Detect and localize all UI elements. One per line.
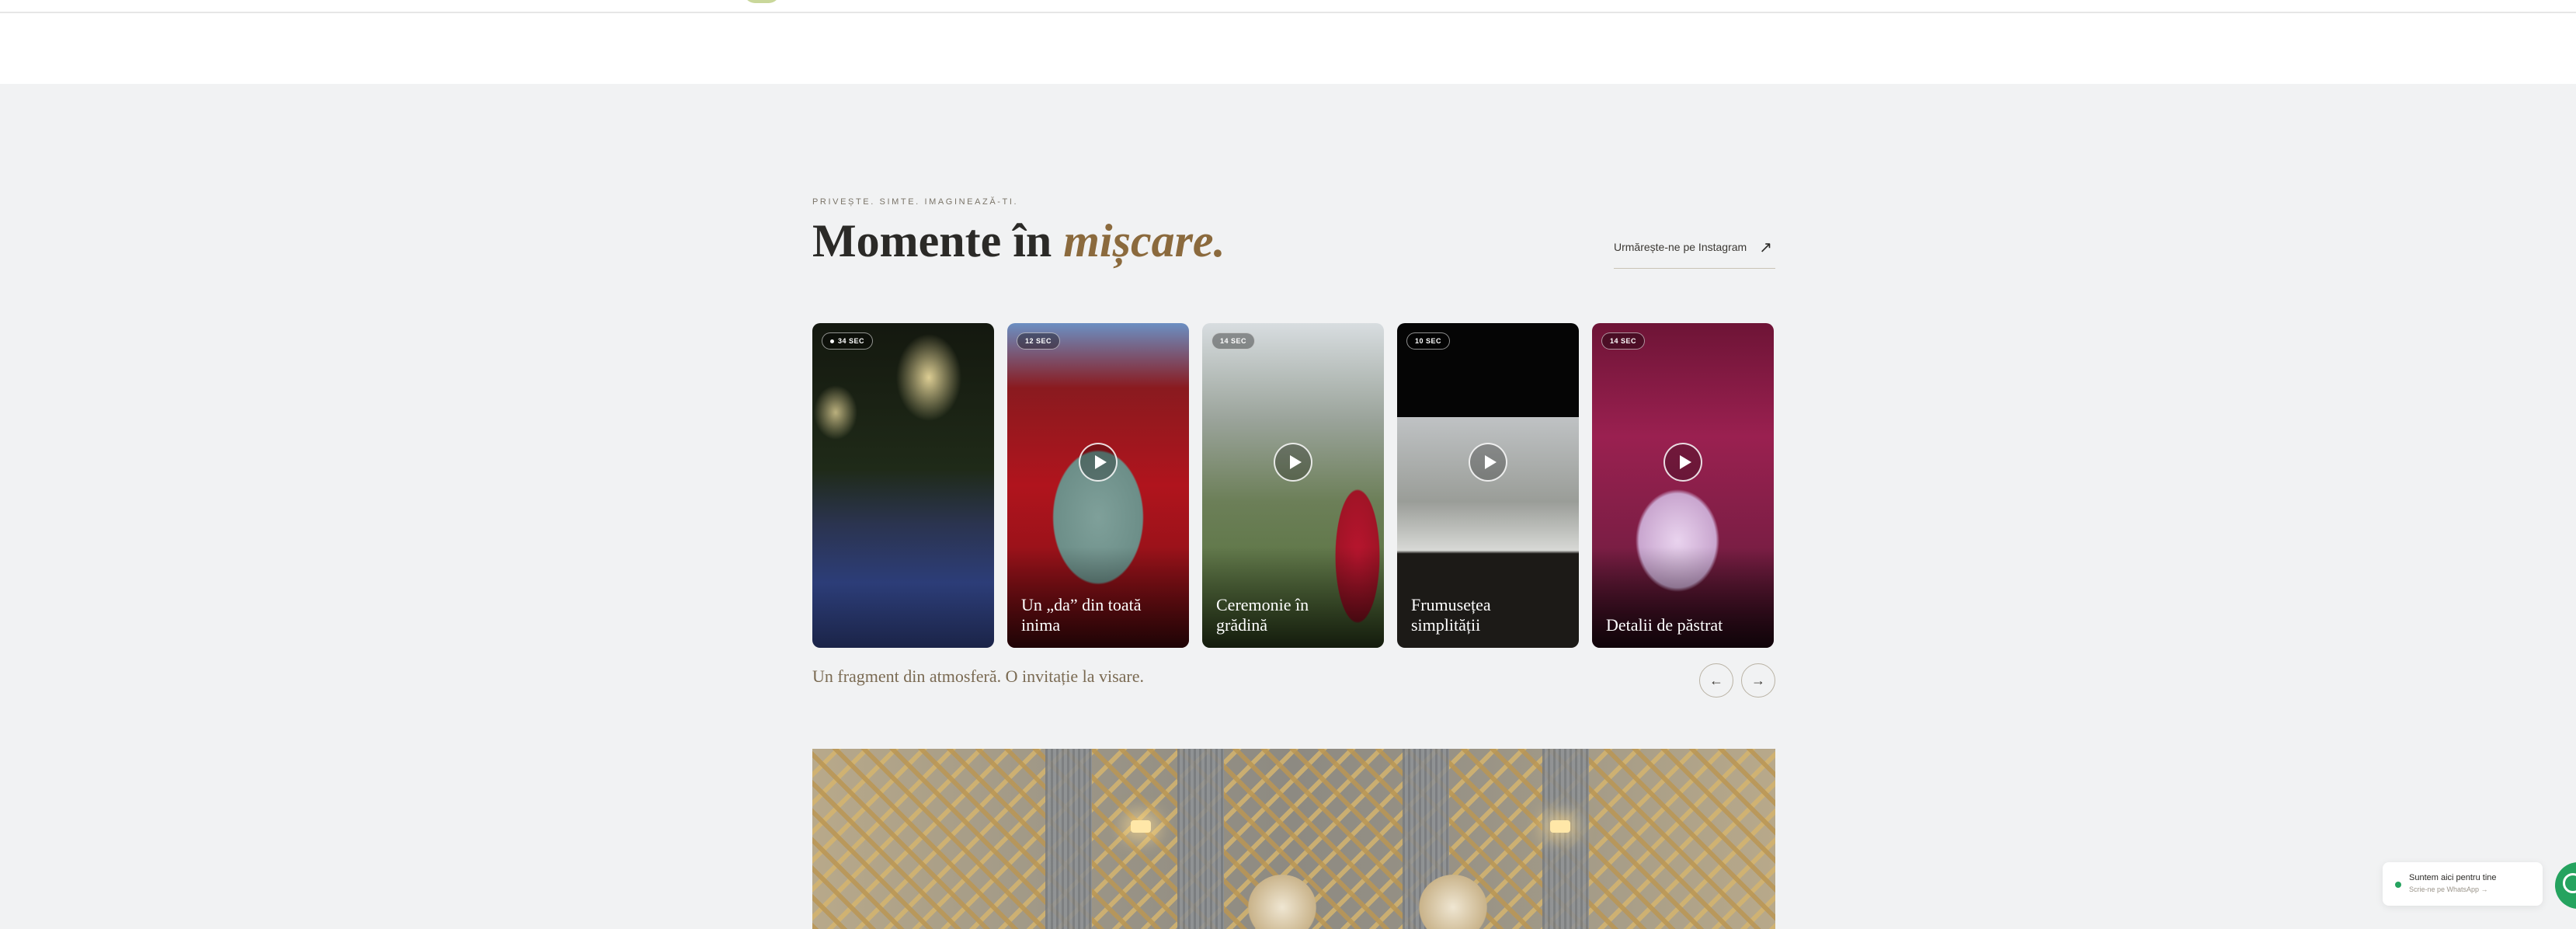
video-caption: Un „da” din toată inima [1021, 595, 1142, 635]
video-card[interactable]: 14 SEC Detalii de păstrat [1592, 323, 1774, 648]
video-card[interactable]: 34 SEC [812, 323, 994, 648]
whatsapp-icon [2563, 873, 2576, 893]
section-eyebrow: PRIVEȘTE. SIMTE. IMAGINEAZĂ-TI. [812, 197, 1019, 207]
curtain-panel [1542, 749, 1589, 929]
whatsapp-button[interactable] [2555, 862, 2576, 909]
arrow-right-icon: → [1751, 673, 1765, 688]
instagram-link-label: Urmărește-ne pe Instagram [1614, 241, 1747, 253]
curtain-panel [1177, 749, 1224, 929]
duration-badge: 14 SEC [1212, 332, 1256, 350]
duration-badge: 34 SEC [822, 332, 874, 350]
arrow-left-icon: ← [1709, 673, 1723, 688]
play-icon[interactable] [1274, 443, 1312, 482]
section-title: Momente în mișcare. [812, 214, 1225, 268]
arrow-up-right-icon: ↗ [1759, 239, 1772, 256]
play-icon[interactable] [1663, 443, 1702, 482]
header-divider [0, 12, 2576, 13]
play-icon[interactable] [1469, 443, 1507, 482]
wall-lamp [1550, 820, 1570, 833]
carousel-prev-button[interactable]: ← [1699, 663, 1733, 698]
video-card[interactable]: 14 SEC Ceremonie în grădină [1202, 323, 1384, 648]
duration-label: 14 SEC [1610, 337, 1637, 345]
duration-label: 14 SEC [1220, 337, 1247, 345]
whatsapp-prompt-subtitle: Scrie-ne pe WhatsApp → [2409, 886, 2488, 893]
section-title-accent: mișcare. [1063, 215, 1225, 266]
video-caption: Frumusețea simplității [1411, 595, 1491, 635]
duration-badge: 10 SEC [1406, 332, 1451, 350]
play-icon[interactable] [1079, 443, 1118, 482]
video-caption: Detalii de păstrat [1606, 615, 1723, 635]
wall-lamp [1131, 820, 1151, 833]
video-card[interactable]: 12 SEC Un „da” din toată inima [1007, 323, 1189, 648]
video-carousel: 34 SEC 12 SEC Un „da” din toată inima 14… [812, 323, 1775, 648]
section-title-main: Momente în [812, 215, 1064, 266]
live-dot-icon [830, 339, 834, 344]
curtain-panel [1045, 749, 1092, 929]
duration-label: 12 SEC [1025, 337, 1052, 345]
whatsapp-prompt-title: Suntem aici pentru tine [2409, 873, 2497, 882]
logo-icon[interactable] [744, 0, 780, 3]
duration-label: 34 SEC [838, 337, 865, 345]
header-bar [0, 0, 2576, 84]
duration-badge: 14 SEC [1601, 332, 1646, 350]
whatsapp-prompt[interactable]: Suntem aici pentru tine Scrie-ne pe What… [2383, 862, 2543, 906]
video-card[interactable]: 10 SEC Frumusețea simplității [1397, 323, 1579, 648]
carousel-next-button[interactable]: → [1741, 663, 1775, 698]
duration-label: 10 SEC [1415, 337, 1442, 345]
instagram-link[interactable]: Urmărește-ne pe Instagram ↗ [1614, 239, 1775, 269]
online-status-icon [2395, 882, 2401, 888]
flower-arrangement [1247, 875, 1317, 929]
duration-badge: 12 SEC [1017, 332, 1061, 350]
venue-banner-image [812, 749, 1775, 929]
video-caption: Ceremonie în grădină [1216, 595, 1309, 635]
section-tagline: Un fragment din atmosferă. O invitație l… [812, 666, 1145, 686]
